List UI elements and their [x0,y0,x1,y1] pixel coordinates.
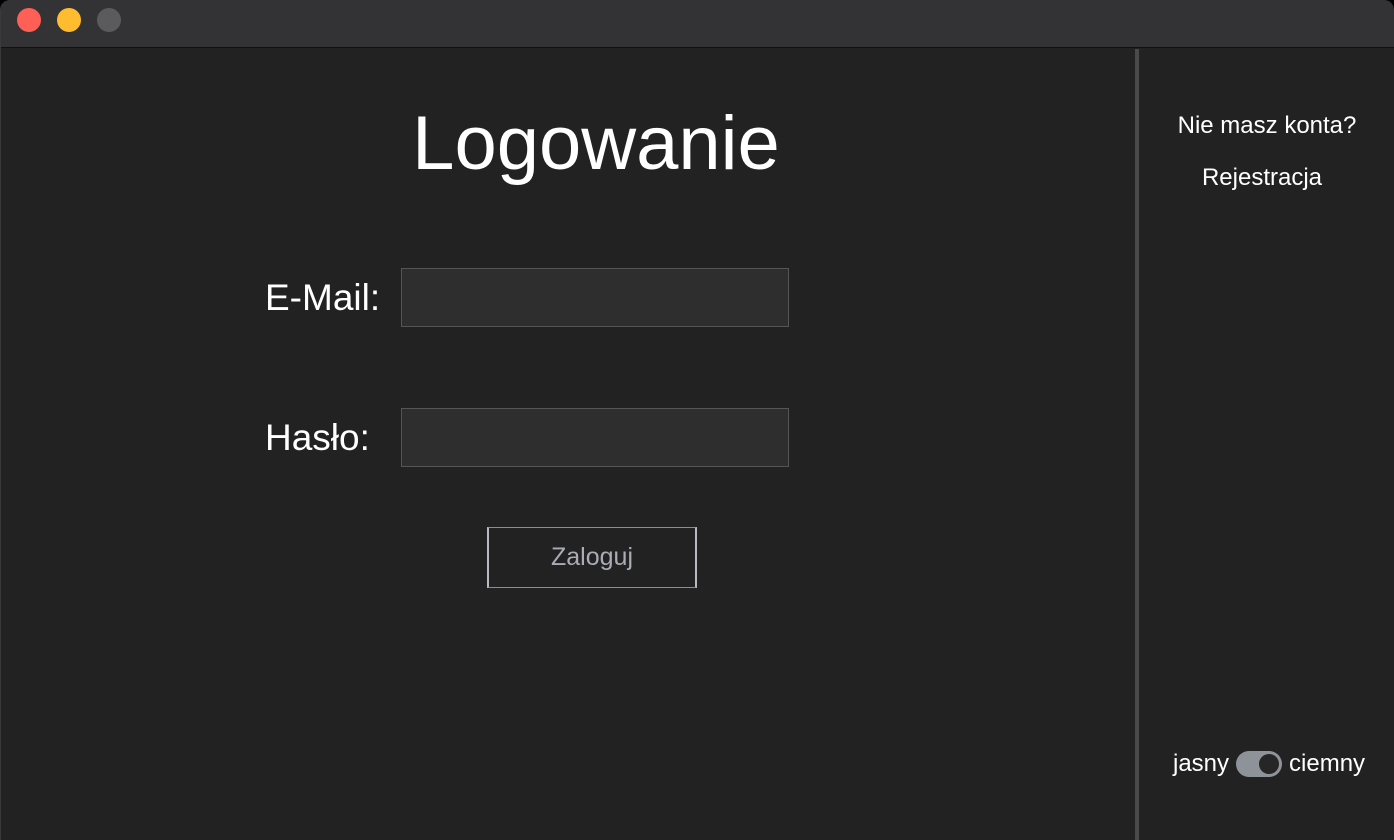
title-bar[interactable] [1,0,1394,48]
no-account-text: Nie masz konta? [1177,112,1357,139]
password-label: Hasło: [265,417,370,458]
minimize-window-button[interactable] [57,8,81,32]
login-panel: Logowanie E-Mail: Hasło: Zaloguj [1,49,1135,840]
theme-light-label: jasny [1173,750,1230,777]
app-window: Logowanie E-Mail: Hasło: Zaloguj Nie mas… [0,0,1394,840]
email-label: E-Mail: [265,277,381,318]
login-button[interactable]: Zaloguj [487,527,697,588]
zoom-window-button[interactable] [97,8,121,32]
sidebar: Nie masz konta? Rejestracja jasny ciemny [1139,49,1394,840]
toggle-knob [1259,754,1280,774]
email-field[interactable] [401,268,789,327]
register-link[interactable]: Rejestracja [1139,163,1385,193]
password-field[interactable] [401,408,789,467]
theme-dark-label: ciemny [1289,750,1366,777]
page-title: Logowanie [412,101,780,186]
theme-toggle[interactable] [1236,751,1283,777]
close-window-button[interactable] [17,8,41,32]
theme-switcher: jasny ciemny [1173,744,1365,784]
